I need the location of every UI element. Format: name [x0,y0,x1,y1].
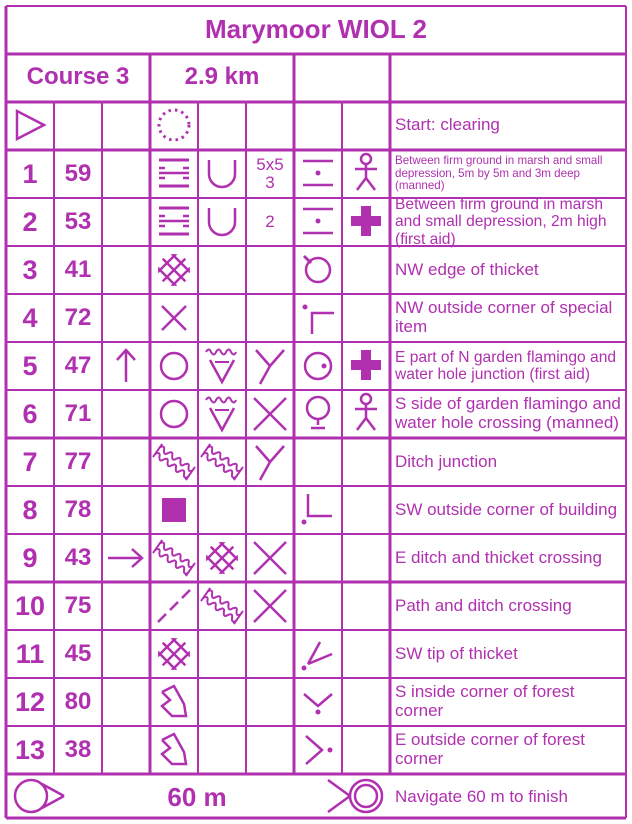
junction-icon [255,445,285,481]
building-icon [162,498,186,522]
control-sequence: 8 [22,494,38,525]
control-description: E outside corner of forest corner [395,730,585,768]
water-hole-icon [205,396,237,433]
first-aid-icon [351,206,381,236]
between-icon [303,159,333,187]
crossing-icon [253,541,287,575]
control-description: E ditch and thicket crossing [395,547,602,567]
manned-icon [355,152,377,191]
nw-outside-corner-icon [302,304,334,334]
south-side-icon [305,395,331,430]
marsh-icon [159,206,189,236]
control-code: 77 [64,448,92,475]
control-description: Between firm ground in marsh and small d… [395,196,607,248]
control-description: NW outside corner of special item [395,298,613,336]
control-code: 80 [64,688,92,715]
water-hole-icon [205,348,237,385]
control-code: 47 [64,352,92,379]
control-sequence: 12 [14,686,46,717]
control-sequence: 2 [22,206,38,237]
control-sequence: 6 [22,398,38,429]
forest-corner-icon [160,684,188,718]
sw-outside-corner-icon [301,494,332,525]
control-description: NW edge of thicket [395,259,539,279]
control-sequence: 7 [22,446,38,477]
control-description: Between firm ground in marsh and small d… [395,153,603,193]
thicket-icon [158,254,190,286]
navigate-out-icon [13,778,65,814]
path-icon [157,589,191,623]
junction-icon [255,349,285,385]
control-code: 45 [64,640,92,667]
control-code: 71 [64,400,92,427]
marsh-icon [159,158,189,188]
manned-icon [355,392,377,431]
first-aid-icon [351,350,381,380]
start-description: Start: clearing [395,114,500,134]
thicket-icon [158,638,190,670]
control-sequence: 4 [22,302,38,333]
control-code: 43 [64,544,92,571]
ditch-icon [152,539,196,577]
control-sequence: 11 [15,638,45,669]
east-arrow-icon [108,548,144,568]
control-description-sheet: Marymoor WIOL 2 Course 3 2.9 km Start: c… [0,0,632,824]
start-triangle-icon [15,108,47,142]
control-code: 59 [64,160,92,187]
control-code: 75 [64,592,92,619]
finish-distance: 60 m [167,782,227,812]
crossing-icon [253,397,287,431]
forest-corner-icon [160,732,188,766]
thicket-icon [206,542,238,574]
between-icon [303,207,333,235]
special-item-x-icon [161,305,187,331]
control-dimensions: 2 [265,212,275,232]
event-title: Marymoor WIOL 2 [204,14,427,44]
control-description: E part of N garden flamingo and water ho… [395,348,617,383]
garden-flamingo-icon [159,351,189,381]
course-name: Course 3 [26,63,130,90]
finish-description: Navigate 60 m to finish [395,786,568,806]
control-description: SW outside corner of building [395,499,618,519]
control-description: S inside corner of forest corner [395,682,575,720]
depression-icon [207,208,237,237]
clearing-icon [157,108,191,142]
control-code: 72 [64,304,92,331]
depression-icon [207,160,237,189]
control-code: 53 [64,208,92,235]
course-length: 2.9 km [184,63,260,90]
control-description: Ditch junction [395,451,498,471]
nw-edge-icon [302,254,332,284]
east-part-icon [303,351,333,381]
control-code: 38 [64,736,92,763]
north-arrow-icon [116,348,136,382]
crossing-icon [253,589,287,623]
finish-circle-icon [327,778,384,814]
control-code: 78 [64,496,92,523]
e-outside-corner-icon [305,735,333,765]
control-sequence: 3 [22,254,38,285]
ditch-icon [200,443,244,481]
control-dimensions: 5x5 3 [256,155,284,192]
ditch-icon [200,587,244,625]
control-sequence: 9 [22,542,38,573]
control-sequence: 1 [22,158,38,189]
ditch-icon [152,443,196,481]
garden-flamingo-icon [159,399,189,429]
control-sequence: 5 [22,350,38,381]
control-description: Path and ditch crossing [395,595,572,615]
sw-tip-icon [301,641,333,671]
control-sequence: 13 [14,734,46,765]
control-code: 41 [64,256,92,283]
control-description: S side of garden flamingo and water hole… [395,394,621,432]
control-description: SW tip of thicket [395,643,518,663]
control-sequence: 10 [14,590,46,621]
s-inside-corner-icon [303,693,333,715]
